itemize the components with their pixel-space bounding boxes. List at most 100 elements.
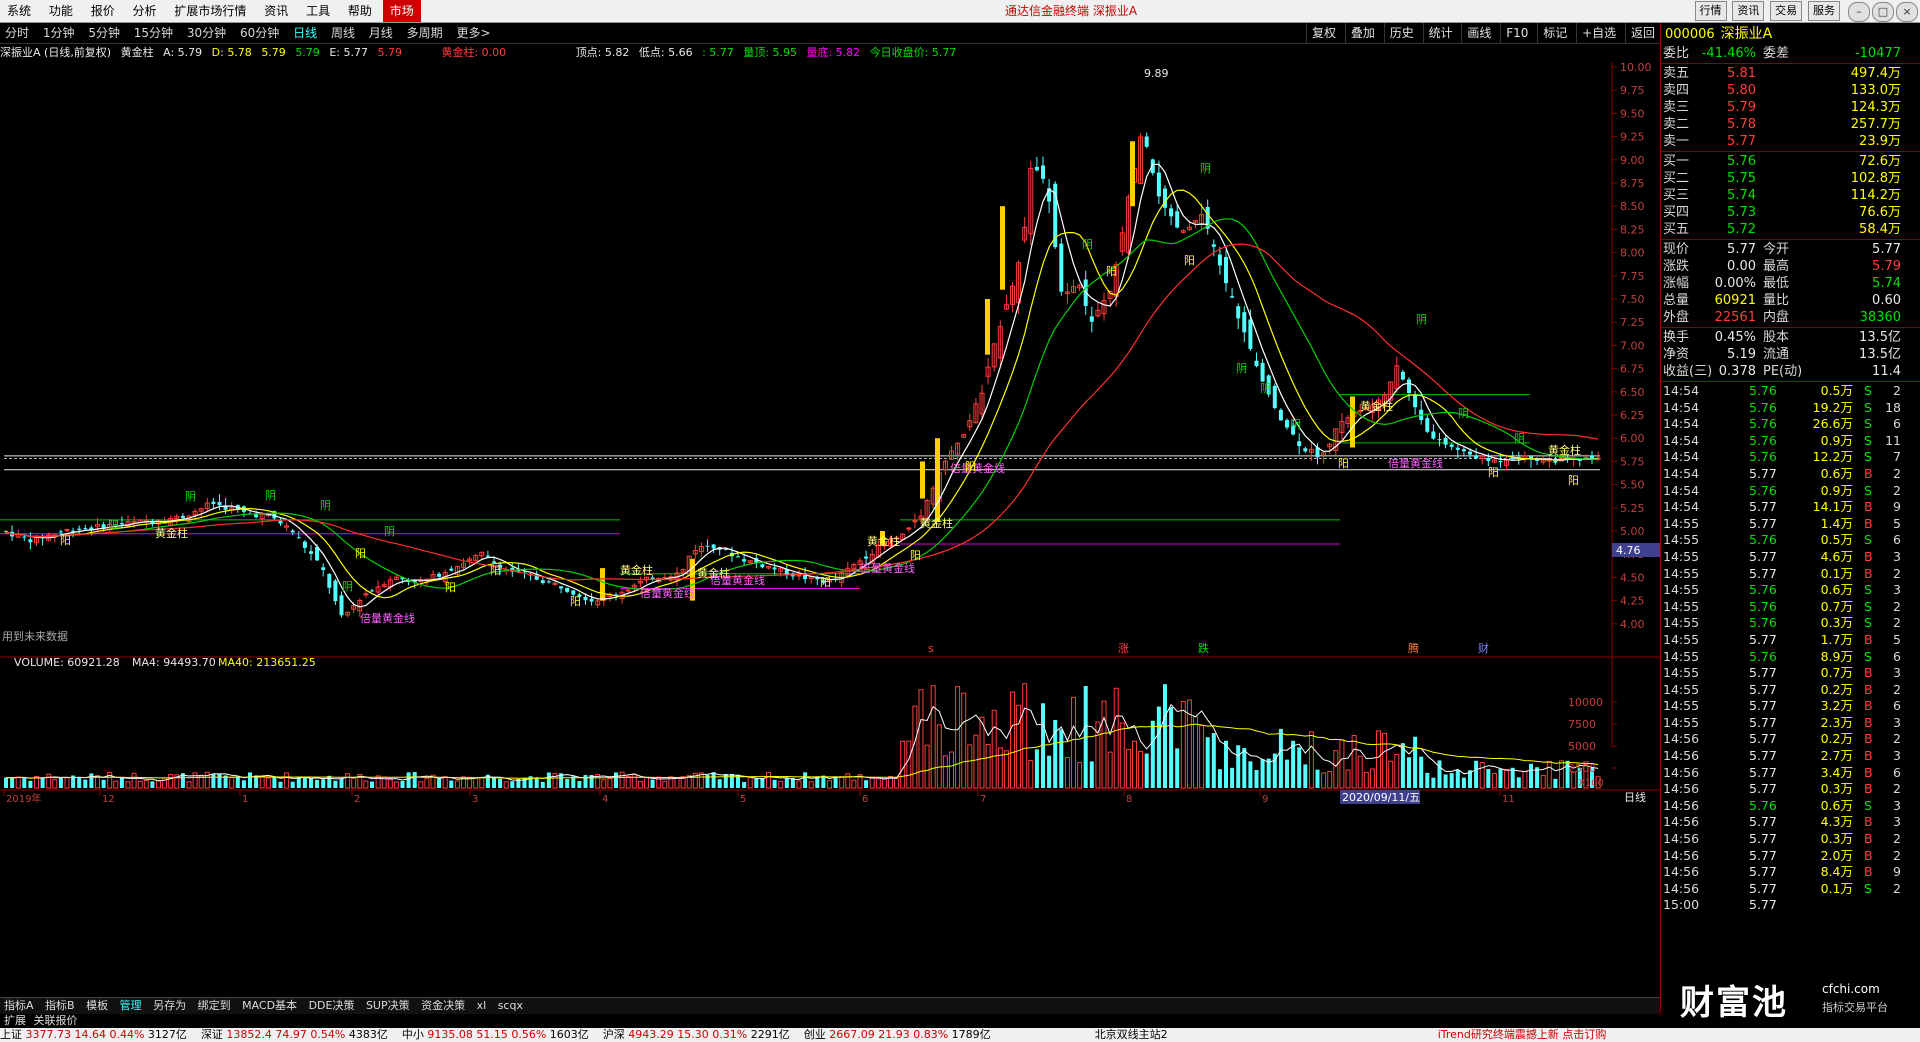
menu-ext-market[interactable]: 扩展市场行情 xyxy=(167,0,253,22)
related-quote-tab[interactable]: 关联报价 xyxy=(34,1014,78,1027)
volume-bar-up xyxy=(955,686,961,789)
menu-market[interactable]: 市场 xyxy=(382,0,421,22)
tab-xl[interactable]: xl xyxy=(473,999,491,1012)
index-quote[interactable]: 上证 3377.73 14.64 0.44% 3127亿 xyxy=(0,1028,187,1041)
overlay-button[interactable]: 叠加 xyxy=(1344,23,1380,43)
ask-row[interactable]: 卖四 5.80 133.0万 xyxy=(1661,82,1920,99)
info-button[interactable]: 资讯 xyxy=(1732,1,1765,21)
volume-bar-up xyxy=(625,775,631,789)
volume-bar-down xyxy=(760,778,765,788)
index-quote[interactable]: 深证 13852.4 74.97 0.54% 4383亿 xyxy=(201,1028,388,1041)
menu-analysis[interactable]: 分析 xyxy=(126,0,164,22)
volume-bar-down xyxy=(241,780,246,788)
ext-tab[interactable]: 扩展 xyxy=(4,1014,26,1027)
ask-row[interactable]: 卖三 5.79 124.3万 xyxy=(1661,99,1920,116)
menu-quote[interactable]: 报价 xyxy=(84,0,122,22)
tick-side: S xyxy=(1864,383,1872,398)
tab-capital[interactable]: 资金决策 xyxy=(417,999,469,1012)
quote-button[interactable]: 行情 xyxy=(1694,1,1727,21)
tab-monthly[interactable]: 月线 xyxy=(364,23,398,43)
ask-row[interactable]: 卖五 5.81 497.4万 xyxy=(1661,65,1920,82)
news-ticker[interactable]: iTrend研究终端震撼上新 点击订购 xyxy=(1438,1028,1607,1041)
kline-chart[interactable]: 10.00 9.75 9.50 9.25 9.00 8.75 8.50 8.25 8.00 7.7… xyxy=(0,62,1660,997)
volume-bar-down xyxy=(1461,777,1466,788)
tick-time: 14:56 xyxy=(1663,831,1700,847)
tab-scqx[interactable]: scqx xyxy=(494,999,527,1012)
tab-5min[interactable]: 5分钟 xyxy=(83,23,125,43)
close-icon[interactable]: × xyxy=(1896,2,1918,22)
tick-volume: 1.4万 xyxy=(1820,515,1853,531)
tab-indicator-a[interactable]: 指标A xyxy=(0,999,38,1012)
adjust-button[interactable]: 复权 xyxy=(1306,23,1341,43)
volume-bar-up xyxy=(479,777,485,789)
bid-row[interactable]: 买三 5.74 114.2万 xyxy=(1661,187,1920,204)
bid-row[interactable]: 买五 5.72 58.4万 xyxy=(1661,221,1920,238)
trade-button[interactable]: 交易 xyxy=(1770,1,1803,21)
service-button[interactable]: 服务 xyxy=(1808,1,1840,21)
tab-daily[interactable]: 日线 xyxy=(288,23,322,43)
tab-macd[interactable]: MACD基本 xyxy=(238,999,301,1012)
volume-bar-down xyxy=(1449,773,1454,788)
tab-weekly[interactable]: 周线 xyxy=(326,23,360,43)
volume-bar-up xyxy=(637,781,643,789)
tab-15min[interactable]: 15分钟 xyxy=(129,23,178,43)
tab-template[interactable]: 模板 xyxy=(82,999,112,1012)
index-quote[interactable]: 中小 9135.08 51.15 0.56% 1603亿 xyxy=(402,1028,589,1041)
tick-price: 5.77 xyxy=(1749,781,1777,797)
chart-marker: 阴 xyxy=(1200,162,1211,175)
tick-list[interactable]: 14:54 5.76 0.5万 S 2 14:54 5.76 19.2万 S 18 14:54 5.7… xyxy=(1661,383,1920,914)
volume-bar-down xyxy=(10,777,15,788)
tab-bind-to[interactable]: 绑定到 xyxy=(194,999,235,1012)
history-button[interactable]: 历史 xyxy=(1383,23,1419,43)
volume-value: VOLUME: 60921.28 xyxy=(14,656,120,669)
maximize-icon[interactable]: □ xyxy=(1872,2,1894,22)
stats-button[interactable]: 统计 xyxy=(1422,23,1458,43)
index-quote[interactable]: 沪深 4943.29 15.30 0.31% 2291亿 xyxy=(603,1028,790,1041)
add-watchlist-button[interactable]: +自选 xyxy=(1576,23,1621,43)
tick-side: S xyxy=(1864,449,1872,465)
tab-indicator-b[interactable]: 指标B xyxy=(41,999,79,1012)
bid-row[interactable]: 买一 5.76 72.6万 xyxy=(1661,153,1920,170)
price-tick-label: 5.50 xyxy=(1620,479,1645,492)
volume-bar-down xyxy=(309,778,313,788)
tick-price: 5.77 xyxy=(1749,897,1777,913)
menu-tools[interactable]: 工具 xyxy=(299,0,337,22)
menu-info[interactable]: 资讯 xyxy=(257,0,295,22)
volume-bar-up xyxy=(52,779,58,789)
tab-manage[interactable]: 管理 xyxy=(116,999,146,1012)
ask-row[interactable]: 卖一 5.77 23.9万 xyxy=(1661,133,1920,150)
back-button[interactable]: 返回 xyxy=(1624,23,1660,43)
tab-1min[interactable]: 1分钟 xyxy=(38,23,80,43)
mark-button[interactable]: 标记 xyxy=(1537,23,1572,43)
candle-body-down xyxy=(58,531,63,533)
tab-multi-period[interactable]: 多周期 xyxy=(402,23,448,43)
menu-system[interactable]: 系统 xyxy=(0,0,38,22)
tab-60min[interactable]: 60分钟 xyxy=(235,23,284,43)
volume-bar-up xyxy=(454,780,460,789)
tab-sup[interactable]: SUP决策 xyxy=(362,999,414,1012)
server-status[interactable]: 北京双线主站2 xyxy=(1095,1028,1168,1041)
ratio-value: -41.46% xyxy=(1701,46,1756,61)
candle-body-down xyxy=(1163,188,1167,208)
ask-row[interactable]: 卖二 5.78 257.7万 xyxy=(1661,116,1920,133)
menu-function[interactable]: 功能 xyxy=(42,0,80,22)
stat-label: 流通 xyxy=(1763,347,1790,362)
menu-help[interactable]: 帮助 xyxy=(341,0,379,22)
tab-30min[interactable]: 30分钟 xyxy=(182,23,231,43)
volume-bar-down xyxy=(4,777,8,788)
tab-save-as[interactable]: 另存为 xyxy=(149,999,190,1012)
index-quote[interactable]: 创业 2667.09 21.93 0.83% 1789亿 xyxy=(804,1028,991,1041)
indicator-name[interactable]: 黄金柱 xyxy=(121,46,154,59)
chart-marker: 阳 xyxy=(355,547,366,560)
bid-row[interactable]: 买二 5.75 102.8万 xyxy=(1661,170,1920,187)
tick-row: 14:55 5.77 2.3万 B 3 xyxy=(1661,715,1920,732)
tick-side: S xyxy=(1864,482,1872,498)
event-marker: 涨 xyxy=(1118,642,1129,655)
minimize-icon[interactable]: – xyxy=(1848,2,1870,22)
f10-button[interactable]: F10 xyxy=(1500,23,1533,43)
bid-row[interactable]: 买四 5.73 76.6万 xyxy=(1661,204,1920,221)
draw-button[interactable]: 画线 xyxy=(1461,23,1496,43)
tab-dde[interactable]: DDE决策 xyxy=(305,999,359,1012)
tab-timeshare[interactable]: 分时 xyxy=(0,23,34,43)
tab-more[interactable]: 更多> xyxy=(451,23,495,43)
